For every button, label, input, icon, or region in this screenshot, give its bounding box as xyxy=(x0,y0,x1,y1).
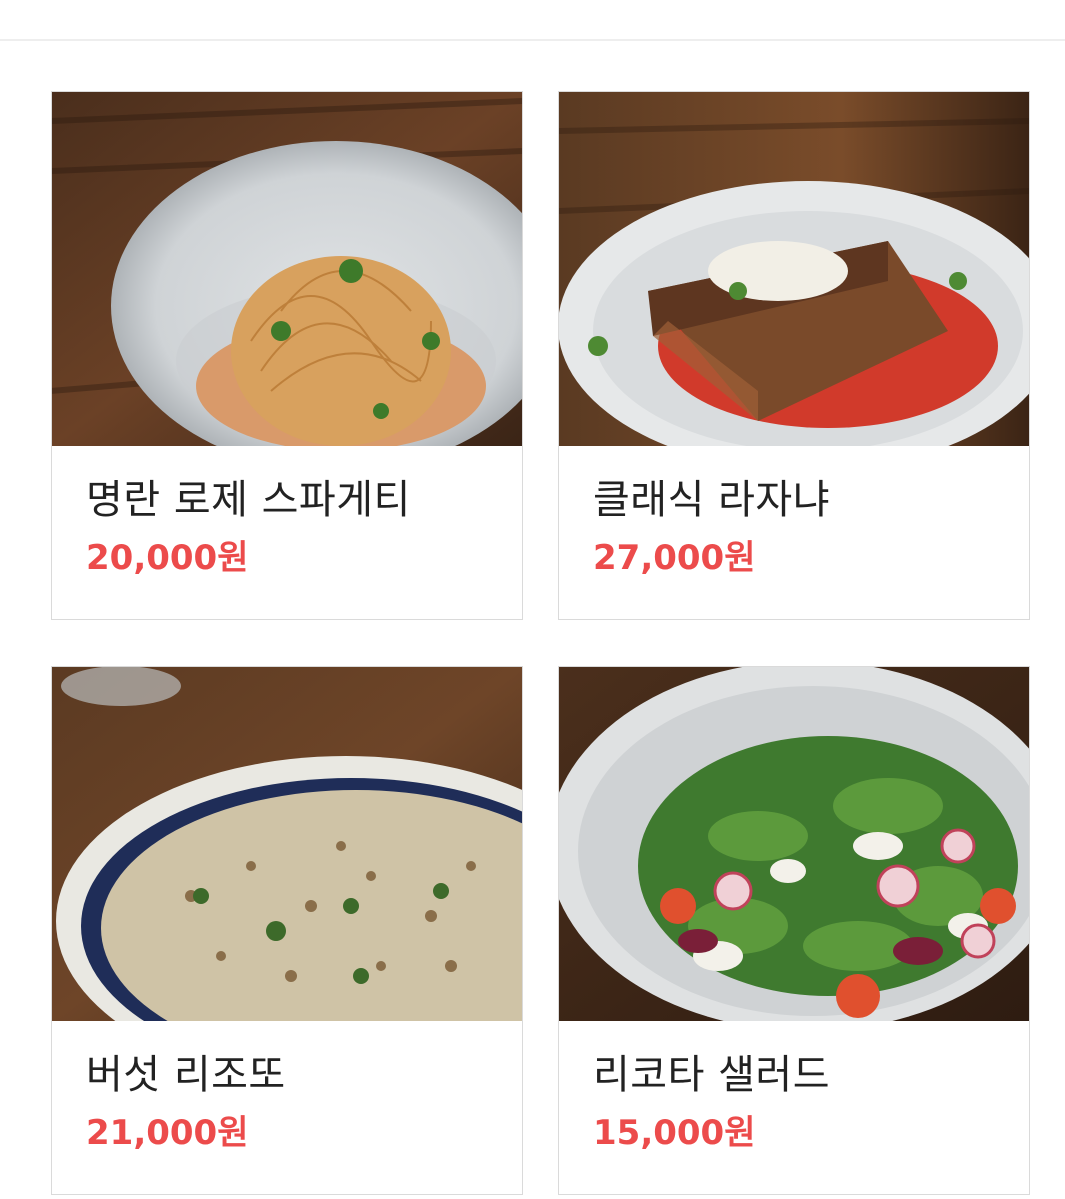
top-divider xyxy=(0,39,1065,41)
menu-item-name: 클래식 라자냐 xyxy=(593,477,831,523)
menu-item-name: 리코타 샐러드 xyxy=(593,1052,831,1098)
menu-card-ricotta-salad[interactable]: 리코타 샐러드 15,000원 xyxy=(558,666,1030,1195)
menu-card-mushroom-risotto[interactable]: 버섯 리조또 21,000원 xyxy=(51,666,523,1195)
menu-item-name: 명란 로제 스파게티 xyxy=(86,477,411,523)
menu-item-price: 27,000원 xyxy=(593,538,756,578)
menu-item-price: 21,000원 xyxy=(86,1113,249,1153)
menu-photo-classic-lasagna xyxy=(559,92,1029,446)
menu-item-price: 15,000원 xyxy=(593,1113,756,1153)
menu-photo-rose-spaghetti xyxy=(52,92,522,446)
menu-photo-mushroom-risotto xyxy=(52,667,522,1021)
menu-item-price: 20,000원 xyxy=(86,538,249,578)
menu-grid: 명란 로제 스파게티 20,000원 클래식 라자냐 27,000원 버섯 리조… xyxy=(51,91,1030,1195)
menu-item-name: 버섯 리조또 xyxy=(86,1052,286,1098)
menu-photo-ricotta-salad xyxy=(559,667,1029,1021)
menu-card-rose-spaghetti[interactable]: 명란 로제 스파게티 20,000원 xyxy=(51,91,523,620)
menu-card-classic-lasagna[interactable]: 클래식 라자냐 27,000원 xyxy=(558,91,1030,620)
